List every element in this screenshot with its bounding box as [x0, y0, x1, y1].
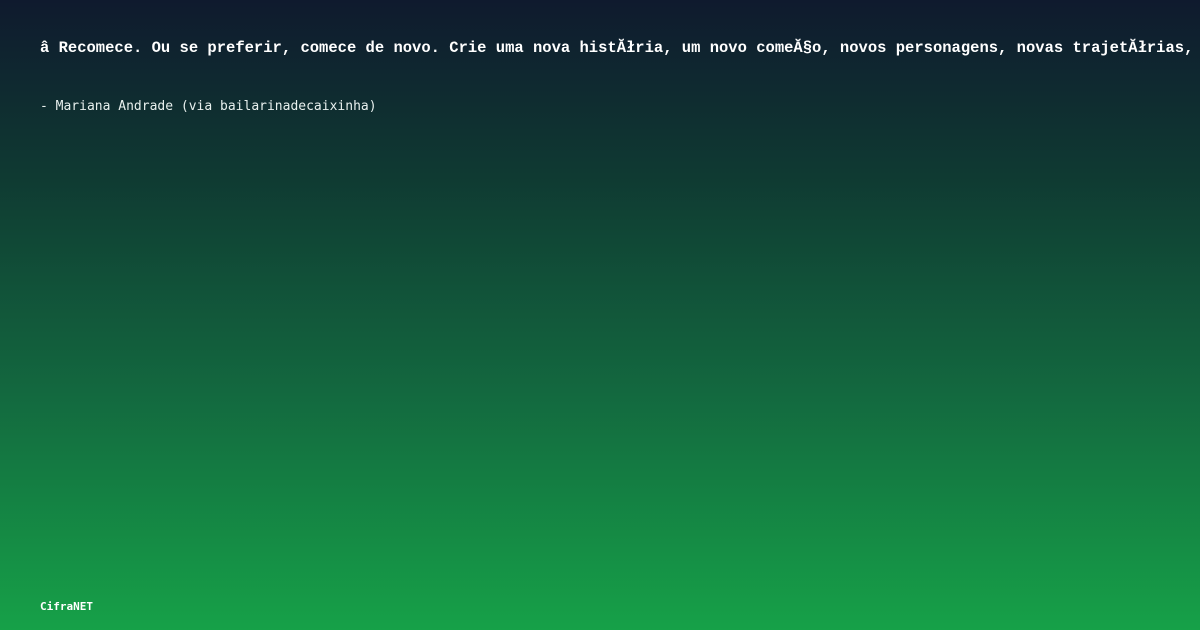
- quote-author: - Mariana Andrade (via bailarinadecaixin…: [40, 99, 377, 114]
- quote-text: â Recomece. Ou se preferir, comece de no…: [40, 39, 1200, 57]
- brand-logo-text: CifraNET: [40, 600, 93, 613]
- share-card: { "quote": { "text": "â Recomece. Ou se …: [0, 0, 1200, 630]
